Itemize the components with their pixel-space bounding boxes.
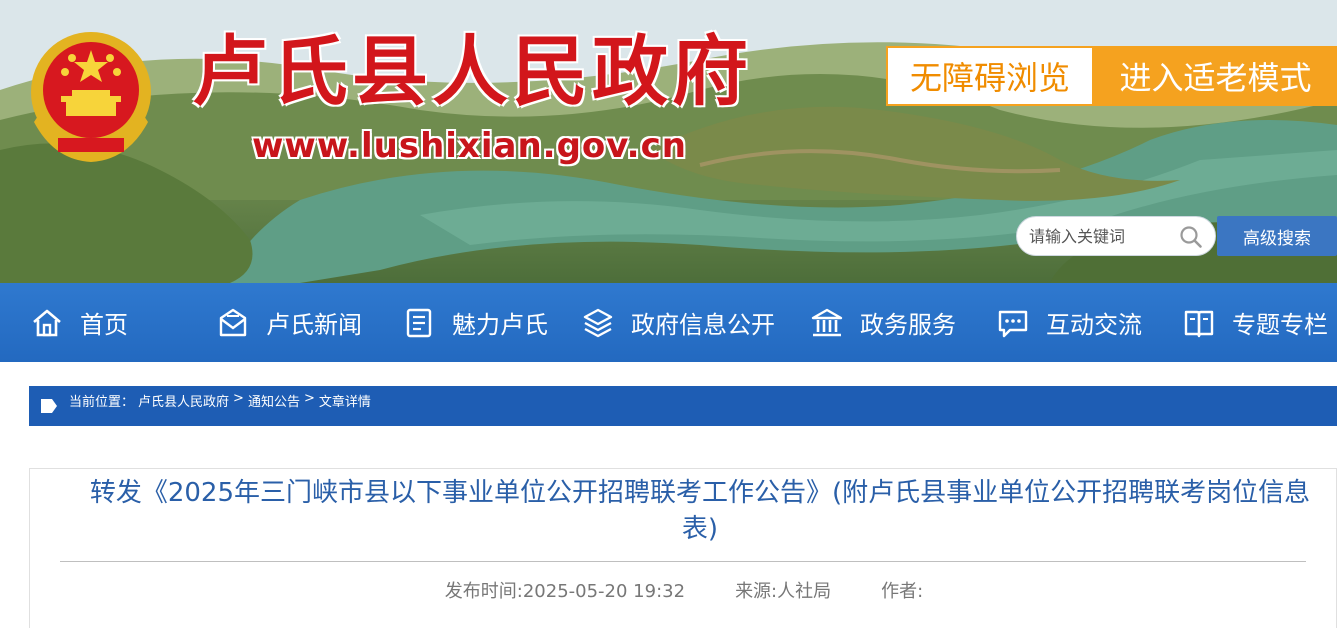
nav-item-gov-info[interactable]: 政府信息公开 xyxy=(581,283,775,362)
government-building-icon xyxy=(811,308,843,336)
article-source: 来源:人社局 xyxy=(735,581,832,602)
nav-item-label: 卢氏新闻 xyxy=(266,311,362,339)
nav-item-label: 互动交流 xyxy=(1046,311,1142,339)
article-meta: 发布时间:2025-05-20 19:32 来源:人社局 作者: xyxy=(30,577,1337,603)
title-divider xyxy=(60,561,1306,562)
site-title: 卢氏县人民政府 xyxy=(192,27,752,116)
main-nav: 首页 卢氏新闻 魅力卢氏 政府信息公开 政务服务 互动交流 专题专栏 xyxy=(0,283,1337,362)
search-box xyxy=(1016,216,1216,256)
search-icon[interactable] xyxy=(1179,225,1203,249)
accessibility-browse-button[interactable]: 无障碍浏览 xyxy=(886,46,1094,106)
article-author: 作者: xyxy=(881,581,924,602)
header-banner: 卢氏县人民政府 www.lushixian.gov.cn 无障碍浏览 进入适老模… xyxy=(0,0,1337,283)
search-input[interactable] xyxy=(1029,221,1177,251)
document-icon xyxy=(406,308,432,337)
nav-item-label: 首页 xyxy=(80,311,128,339)
mail-icon xyxy=(219,308,247,336)
chat-icon xyxy=(998,310,1028,337)
layers-icon xyxy=(583,308,613,337)
article-title: 转发《2025年三门峡市县以下事业单位公开招聘联考工作公告》(附卢氏县事业单位公… xyxy=(89,478,1311,544)
home-icon xyxy=(33,309,61,336)
book-icon xyxy=(1184,310,1214,337)
breadcrumb-prefix: 当前位置： xyxy=(69,395,135,410)
nav-item-charm[interactable]: 魅力卢氏 xyxy=(402,283,548,362)
nav-item-topics[interactable]: 专题专栏 xyxy=(1182,283,1328,362)
site-url: www.lushixian.gov.cn xyxy=(252,126,687,166)
nav-item-services[interactable]: 政务服务 xyxy=(810,283,956,362)
breadcrumb-current: 文章详情 xyxy=(318,395,371,410)
breadcrumb-separator: > xyxy=(233,391,244,406)
national-emblem-logo xyxy=(31,32,151,162)
breadcrumb: 当前位置： 卢氏县人民政府 > 通知公告 > 文章详情 xyxy=(29,386,1337,426)
nav-item-home[interactable]: 首页 xyxy=(30,283,128,362)
location-flag-icon xyxy=(41,399,57,413)
article-container: 转发《2025年三门峡市县以下事业单位公开招聘联考工作公告》(附卢氏县事业单位公… xyxy=(29,468,1337,628)
nav-item-label: 魅力卢氏 xyxy=(452,311,548,339)
nav-item-label: 专题专栏 xyxy=(1232,311,1328,339)
nav-item-interaction[interactable]: 互动交流 xyxy=(996,283,1142,362)
nav-item-label: 政务服务 xyxy=(860,311,956,339)
elder-mode-button[interactable]: 进入适老模式 xyxy=(1094,46,1337,106)
breadcrumb-separator: > xyxy=(303,391,315,406)
publish-time: 发布时间:2025-05-20 19:32 xyxy=(444,581,686,602)
nav-item-label: 政府信息公开 xyxy=(631,311,775,339)
nav-item-news[interactable]: 卢氏新闻 xyxy=(216,283,362,362)
breadcrumb-trail: 当前位置： 卢氏县人民政府 > 通知公告 > 文章详情 xyxy=(69,391,375,410)
breadcrumb-home-link[interactable]: 卢氏县人民政府 xyxy=(138,391,229,410)
breadcrumb-notice-link[interactable]: 通知公告 xyxy=(248,391,300,410)
advanced-search-button[interactable]: 高级搜索 xyxy=(1217,216,1337,256)
